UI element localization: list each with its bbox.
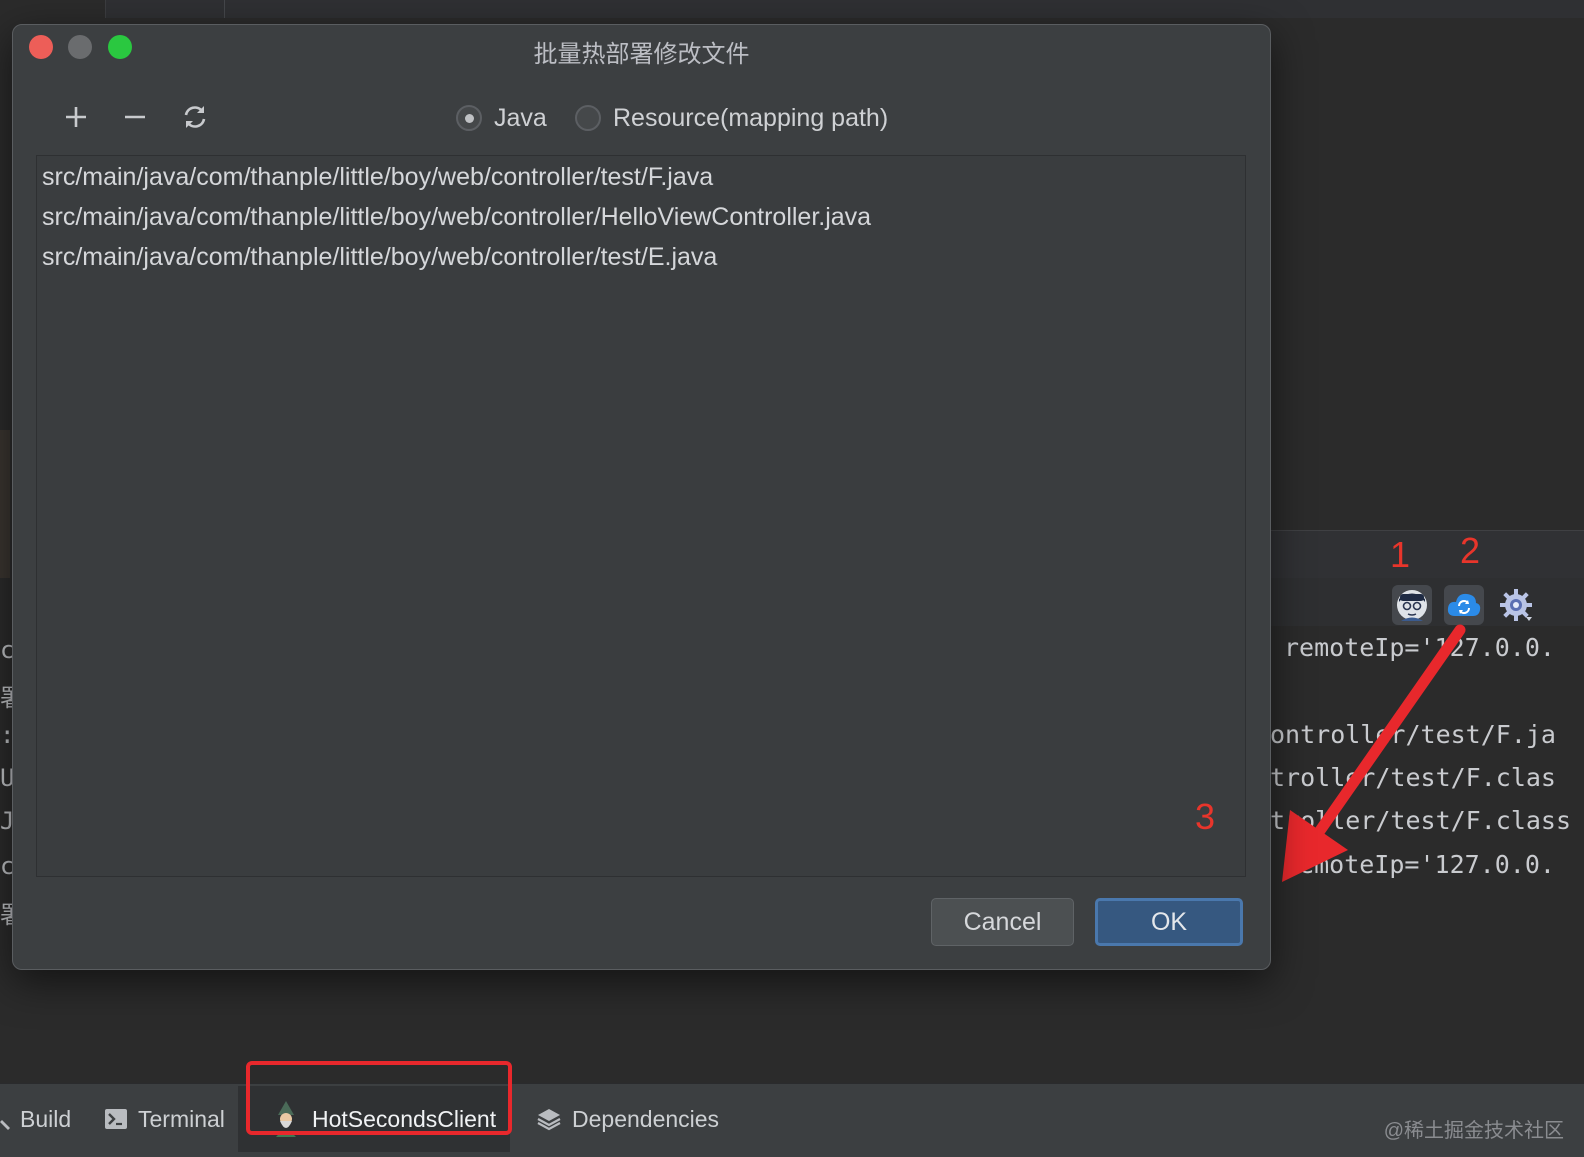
- annotation-2: 2: [1460, 530, 1481, 571]
- radio-resource-label: Resource(mapping path): [613, 103, 889, 132]
- refresh-button[interactable]: [175, 97, 215, 137]
- remove-file-button[interactable]: [115, 97, 155, 137]
- editor-tab-strip: [105, 0, 1584, 18]
- file-list[interactable]: src/main/java/com/thanple/little/boy/web…: [36, 155, 1246, 877]
- plus-icon: [66, 107, 86, 127]
- tab-build-label: Build: [20, 1105, 72, 1132]
- add-file-button[interactable]: [56, 97, 96, 137]
- tab-terminal[interactable]: Terminal: [104, 1093, 225, 1145]
- radio-java-label: Java: [494, 103, 547, 132]
- tab-terminal-label: Terminal: [138, 1105, 225, 1132]
- radio-java-indicator[interactable]: [456, 105, 482, 131]
- user-avatar-icon[interactable]: [1392, 585, 1432, 625]
- left-gutter-strip: [0, 430, 10, 580]
- refresh-icon: [184, 106, 206, 128]
- radio-java[interactable]: Java: [456, 98, 547, 138]
- radio-resource-indicator[interactable]: [575, 105, 601, 131]
- list-item[interactable]: src/main/java/com/thanple/little/boy/web…: [42, 238, 717, 276]
- ok-button[interactable]: OK: [1095, 898, 1243, 946]
- terminal-icon: [104, 1108, 128, 1130]
- minus-icon: [125, 115, 145, 119]
- tab-dependencies[interactable]: Dependencies: [536, 1093, 719, 1145]
- list-item[interactable]: src/main/java/com/thanple/little/boy/web…: [42, 158, 713, 196]
- tab-build[interactable]: Build: [0, 1093, 71, 1145]
- tool-window-header: [1268, 530, 1584, 579]
- dialog-title: 批量热部署修改文件: [533, 41, 750, 68]
- annotation-highlight-box: [246, 1061, 512, 1135]
- tab-divider: [224, 0, 225, 18]
- layers-icon: [536, 1107, 562, 1131]
- watermark: @稀土掘金技术社区: [1383, 1120, 1564, 1142]
- annotation-3: 3: [1195, 796, 1216, 837]
- hammer-icon: [0, 1108, 10, 1130]
- batch-hot-deploy-dialog: 批量热部署修改文件 Java Resource(mapping path) sr…: [12, 24, 1271, 970]
- settings-gear-icon[interactable]: [1496, 585, 1536, 625]
- tab-dependencies-label: Dependencies: [572, 1105, 720, 1132]
- cancel-button[interactable]: Cancel: [931, 898, 1074, 946]
- annotation-arrow: [1282, 624, 1466, 882]
- hot-deploy-icon[interactable]: [1444, 585, 1484, 625]
- annotation-1: 1: [1390, 534, 1411, 575]
- list-item[interactable]: src/main/java/com/thanple/little/boy/web…: [42, 198, 871, 236]
- radio-resource[interactable]: Resource(mapping path): [575, 98, 888, 138]
- dialog-titlebar: 批量热部署修改文件: [13, 25, 1270, 69]
